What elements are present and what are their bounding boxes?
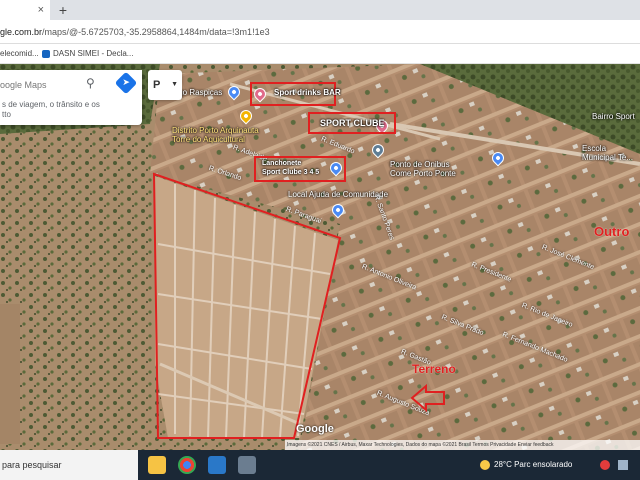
tray-network-icon[interactable] <box>618 460 628 470</box>
search-suggestion[interactable]: s de viagem, o trânsito e os tto <box>0 100 140 120</box>
url-path: /maps/@-5.6725703,-35.2958864,1484m/data… <box>42 27 270 37</box>
weather-widget[interactable]: 28°C Parc ensolarado <box>480 457 572 473</box>
google-logo: Google <box>296 423 334 435</box>
maps-search-panel: oogle Maps ⚲ ➤ s de viagem, o trânsito e… <box>0 70 142 125</box>
windows-taskbar: para pesquisar 28°C Parc ensolarado <box>0 450 640 480</box>
new-tab-button[interactable]: + <box>54 0 72 20</box>
weather-sun-icon <box>480 459 490 470</box>
place-label[interactable]: Escola Municipal Te... <box>582 144 633 162</box>
taskbar-search-input[interactable]: para pesquisar <box>0 450 138 480</box>
maps-search-input[interactable]: oogle Maps <box>0 78 47 92</box>
annotation-box-sport-drinks: Sport drinks BAR <box>250 82 341 106</box>
directions-icon[interactable]: ➤ <box>114 71 138 95</box>
bookmark-item[interactable]: DASN SIMEI - Decla... <box>42 48 133 60</box>
search-icon[interactable]: ⚲ <box>86 76 100 90</box>
url-text[interactable]: gle.com.br/maps/@-5.6725703,-35.2958864,… <box>0 24 270 40</box>
browser-tab[interactable]: × <box>0 0 50 20</box>
word-icon[interactable] <box>208 456 226 474</box>
tab-bar: × + <box>0 0 640 20</box>
place-label[interactable]: Distrito Porto Arquinauta Torre do Aquic… <box>172 126 259 144</box>
bookmark-item[interactable]: elecomid... <box>0 48 39 60</box>
layers-button[interactable]: P ▼ <box>148 70 182 100</box>
bookmark-favicon-icon <box>42 49 50 58</box>
app-icon[interactable] <box>238 456 256 474</box>
chevron-down-icon: ▼ <box>171 81 178 88</box>
annotation-terreno: Terreno <box>412 362 456 376</box>
address-bar[interactable]: gle.com.br/maps/@-5.6725703,-35.2958864,… <box>0 20 640 44</box>
close-tab-icon[interactable]: × <box>38 0 44 20</box>
annotation-outro: Outro <box>594 224 630 239</box>
chrome-icon[interactable] <box>178 456 196 474</box>
tray-notification-icon[interactable] <box>600 460 610 470</box>
annotation-box-sport-clube: SPORT CLUBE <box>308 112 396 134</box>
place-label[interactable]: Ponto de Onibus Come Porto Ponte <box>390 160 456 178</box>
bookmarks-bar: elecomid... DASN SIMEI - Decla... <box>0 44 640 64</box>
place-label[interactable]: Bairro Sport <box>592 112 635 121</box>
file-explorer-icon[interactable] <box>148 456 166 474</box>
url-host: gle.com.br <box>0 27 43 37</box>
annotation-box-lanchonete: Lanchonete Sport Clube 3 4 5 <box>254 156 346 182</box>
map-attribution[interactable]: Imagens ©2021 CNES / Airbus, Maxar Techn… <box>285 440 640 450</box>
